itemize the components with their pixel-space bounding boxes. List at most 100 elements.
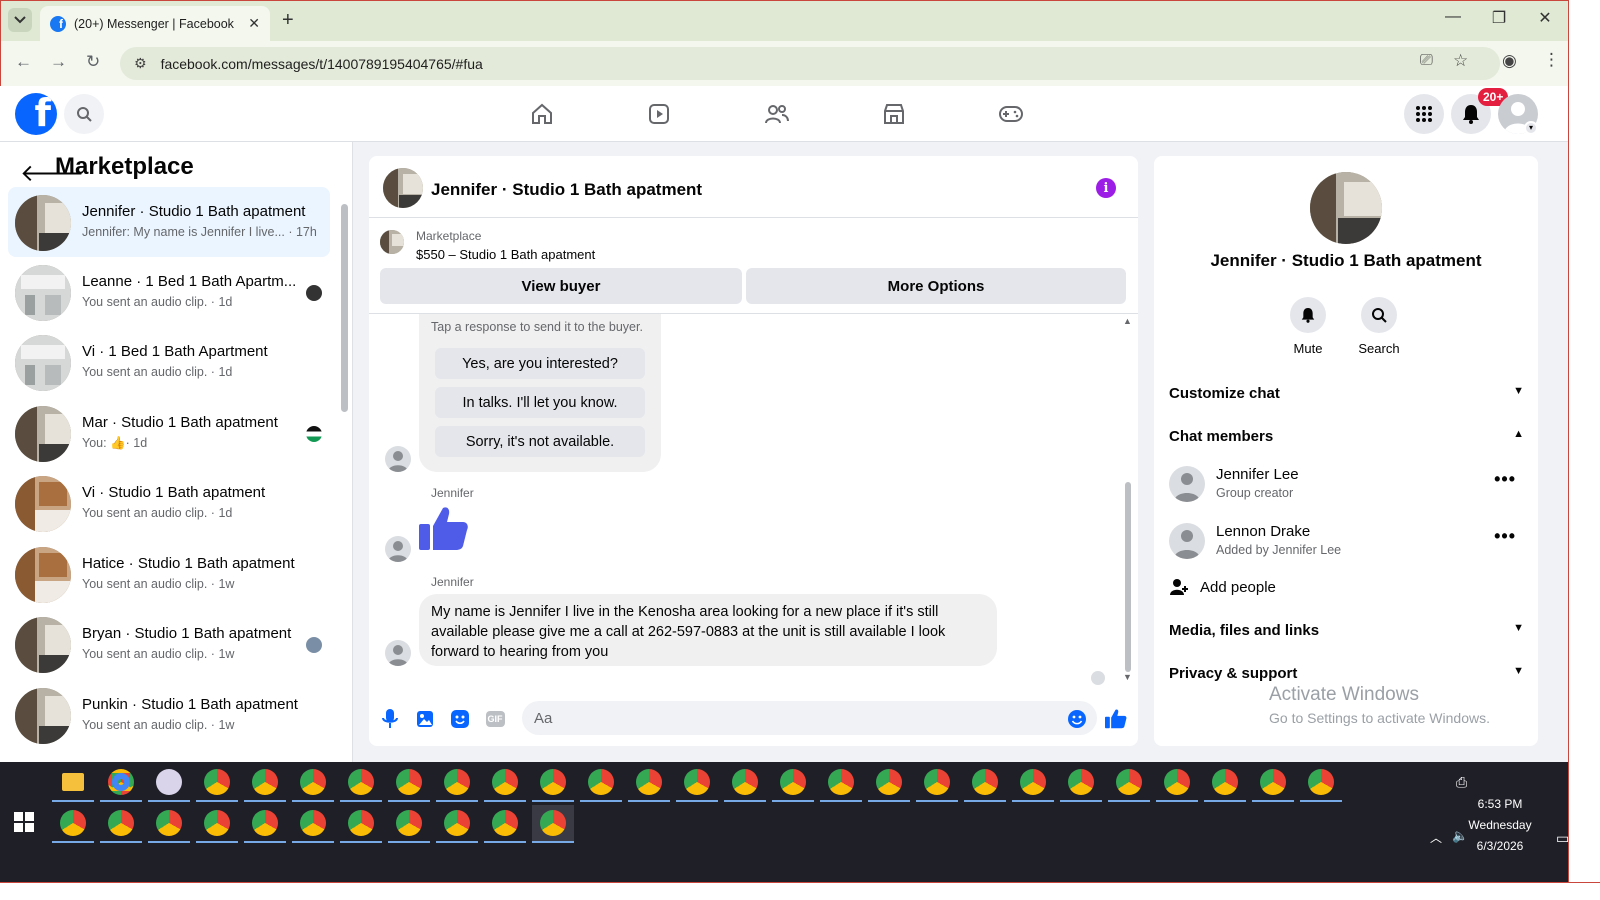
scroll-up-arrow-icon[interactable]: ▲ — [1123, 316, 1132, 326]
video-nav[interactable] — [643, 98, 675, 130]
chrome-profile-icon[interactable] — [388, 805, 430, 843]
privacy-support-row[interactable]: Privacy & support ▼ — [1169, 665, 1524, 682]
facebook-search-button[interactable] — [64, 94, 104, 134]
chrome-profile-icon[interactable] — [868, 764, 910, 802]
like-thumbs-up-icon[interactable] — [1105, 708, 1127, 730]
install-app-icon[interactable]: ⎚ — [1420, 52, 1433, 70]
conversation-item[interactable]: Jennifer · Studio 1 Bath apatment Jennif… — [8, 187, 330, 257]
member-row[interactable]: Lennon Drake Added by Jennifer Lee ••• — [1169, 520, 1524, 568]
minimize-button[interactable]: — — [1430, 8, 1476, 26]
site-settings-icon[interactable]: ⚙ — [134, 55, 147, 72]
message-input[interactable] — [522, 701, 1097, 735]
close-tab-icon[interactable]: ✕ — [248, 15, 260, 32]
microphone-icon[interactable] — [379, 708, 401, 730]
chrome-profile-icon[interactable] — [436, 805, 478, 843]
sticker-icon[interactable] — [449, 708, 471, 730]
chrome-profile-icon[interactable] — [340, 764, 382, 802]
facebook-logo[interactable]: f — [15, 93, 57, 135]
close-window-button[interactable]: ✕ — [1522, 8, 1568, 28]
search-action[interactable]: Search — [1349, 297, 1409, 356]
maximize-button[interactable]: ❐ — [1476, 8, 1522, 28]
sidebar-scrollbar[interactable] — [341, 204, 348, 412]
windows-start-icon[interactable] — [14, 812, 34, 837]
chrome-profile-icon[interactable] — [628, 764, 670, 802]
forward-button[interactable]: → — [50, 52, 67, 72]
member-row[interactable]: Jennifer Lee Group creator ••• — [1169, 463, 1524, 511]
chat-scrollbar[interactable] — [1125, 482, 1131, 672]
chrome-profile-icon[interactable] — [820, 764, 862, 802]
info-icon[interactable]: i — [1096, 178, 1116, 198]
chrome-profile-icon[interactable] — [676, 764, 718, 802]
chrome-profile-icon[interactable] — [148, 805, 190, 843]
chrome-profile-icon[interactable] — [724, 764, 766, 802]
chrome-profile-icon[interactable] — [964, 764, 1006, 802]
chrome-profile-icon[interactable] — [196, 805, 238, 843]
chrome-profile-icon[interactable] — [340, 805, 382, 843]
chrome-profile-icon[interactable] — [436, 764, 478, 802]
chrome-profile-icon[interactable] — [1108, 764, 1150, 802]
chrome-profile-icon[interactable] — [196, 764, 238, 802]
add-people-row[interactable]: Add people — [1169, 577, 1276, 597]
menu-button[interactable] — [1404, 94, 1444, 134]
chrome-profile-icon[interactable] — [484, 764, 526, 802]
chrome-profile-icon[interactable] — [244, 805, 286, 843]
chrome-profile-icon[interactable] — [772, 764, 814, 802]
quick-reply-button[interactable]: Sorry, it's not available. — [435, 426, 645, 457]
media-files-row[interactable]: Media, files and links ▼ — [1169, 622, 1524, 639]
gif-icon[interactable]: GIF — [484, 708, 506, 730]
task-view-icon[interactable]: ⎙ — [1456, 774, 1467, 791]
conversation-item[interactable]: Mar · Studio 1 Bath apatment You: 👍· 1d — [8, 398, 330, 468]
chrome-profile-icon[interactable] — [1156, 764, 1198, 802]
chrome-profile-icon[interactable] — [532, 805, 574, 843]
paint-icon[interactable] — [148, 764, 190, 802]
chrome-profile-icon[interactable] — [1252, 764, 1294, 802]
back-button[interactable]: ← — [15, 52, 32, 72]
conversation-item[interactable]: Bryan · Studio 1 Bath apatment You sent … — [8, 609, 330, 679]
chrome-profile-icon[interactable] — [580, 764, 622, 802]
browser-menu-icon[interactable]: ⋮ — [1543, 50, 1560, 70]
chrome-profile-icon[interactable] — [484, 805, 526, 843]
conversation-item[interactable]: Hatice · Studio 1 Bath apatment You sent… — [8, 539, 330, 609]
chat-title[interactable]: Jennifer · Studio 1 Bath apatment — [431, 180, 702, 200]
quick-reply-button[interactable]: Yes, are you interested? — [435, 348, 645, 379]
listing-title[interactable]: $550 – Studio 1 Bath apatment — [416, 247, 595, 262]
chrome-profile-icon[interactable] — [1060, 764, 1102, 802]
chrome-profile-icon[interactable] — [532, 764, 574, 802]
chrome-icon[interactable] — [100, 764, 142, 802]
chrome-profile-icon[interactable] — [388, 764, 430, 802]
file-explorer-icon[interactable] — [52, 764, 94, 802]
profile-icon[interactable]: ◉ — [1502, 51, 1517, 71]
conversation-item[interactable]: Vi · 1 Bed 1 Bath Apartment You sent an … — [8, 327, 330, 397]
chrome-profile-icon[interactable] — [52, 805, 94, 843]
conversation-item[interactable]: Vi · Studio 1 Bath apatment You sent an … — [8, 468, 330, 538]
gaming-nav[interactable] — [995, 98, 1027, 130]
taskbar-clock[interactable]: 6:53 PM Wednesday 6/3/2026 — [1440, 794, 1560, 857]
view-buyer-button[interactable]: View buyer — [380, 268, 742, 304]
friends-nav[interactable] — [761, 98, 793, 130]
chat-avatar[interactable] — [383, 168, 423, 208]
chrome-profile-icon[interactable] — [1204, 764, 1246, 802]
bookmark-star-icon[interactable]: ☆ — [1453, 51, 1468, 71]
address-bar[interactable]: ⚙ facebook.com/messages/t/14007891954047… — [120, 47, 1500, 80]
more-options-button[interactable]: More Options — [746, 268, 1126, 304]
chat-members-row[interactable]: Chat members ▲ — [1169, 428, 1524, 445]
reload-button[interactable]: ↻ — [86, 52, 100, 72]
quick-reply-button[interactable]: In talks. I'll let you know. — [435, 387, 645, 418]
chrome-profile-icon[interactable] — [292, 764, 334, 802]
tab-list-button[interactable] — [8, 8, 32, 32]
marketplace-nav[interactable] — [878, 98, 910, 130]
chrome-profile-icon[interactable] — [292, 805, 334, 843]
chrome-profile-icon[interactable] — [244, 764, 286, 802]
more-options-icon[interactable]: ••• — [1494, 526, 1516, 547]
conversation-item[interactable]: Punkin · Studio 1 Bath apatment You sent… — [8, 680, 330, 750]
home-nav[interactable] — [526, 98, 558, 130]
chrome-profile-icon[interactable] — [916, 764, 958, 802]
photo-icon[interactable] — [414, 708, 436, 730]
chrome-profile-icon[interactable] — [1012, 764, 1054, 802]
more-options-icon[interactable]: ••• — [1494, 469, 1516, 490]
account-chevron-icon[interactable]: ▾ — [1524, 121, 1538, 135]
scroll-down-arrow-icon[interactable]: ▼ — [1123, 672, 1132, 682]
emoji-icon[interactable] — [1066, 708, 1088, 730]
new-tab-button[interactable]: + — [282, 9, 294, 32]
customize-chat-row[interactable]: Customize chat ▼ — [1169, 385, 1524, 402]
